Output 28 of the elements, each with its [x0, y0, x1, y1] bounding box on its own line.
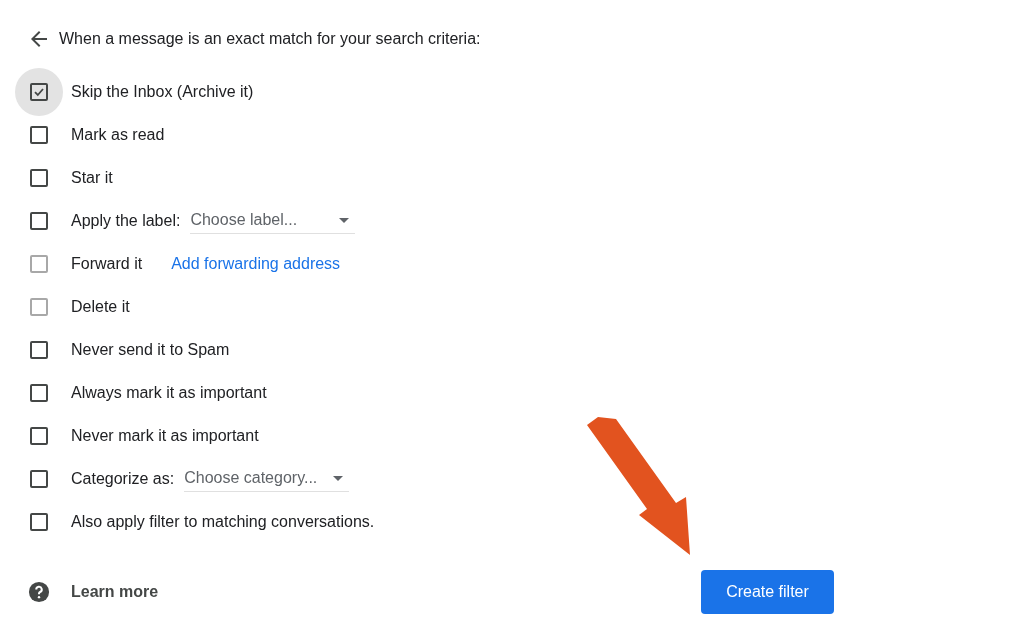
header-text: When a message is an exact match for your search criteria:: [59, 29, 481, 49]
option-label: Delete it: [71, 296, 130, 317]
checkbox[interactable]: [30, 426, 48, 445]
dropdown[interactable]: Choose label...: [190, 207, 356, 234]
help-icon[interactable]: [28, 581, 50, 603]
option-label: Forward it: [71, 253, 143, 274]
option-label: Never send it to Spam: [71, 339, 230, 360]
checkbox[interactable]: [30, 211, 48, 230]
checkbox[interactable]: [30, 168, 48, 187]
option-label: Never mark it as important: [71, 425, 259, 446]
dropdown[interactable]: Choose category...: [184, 465, 350, 492]
checkbox[interactable]: [30, 125, 48, 144]
checkbox[interactable]: [30, 340, 48, 359]
dropdown-caret-icon: [333, 475, 344, 481]
create-filter-button[interactable]: Create filter: [701, 570, 834, 614]
dropdown-caret-icon: [339, 217, 350, 223]
option-label: Categorize as:: [71, 468, 175, 489]
option-label: Also apply filter to matching conversations.: [71, 511, 375, 532]
checkbox[interactable]: [30, 469, 48, 488]
option-label: Star it: [71, 167, 113, 188]
option-label: Skip the Inbox (Archive it): [71, 81, 254, 102]
checkbox[interactable]: [30, 82, 48, 101]
option-label: Always mark it as important: [71, 382, 267, 403]
checkbox[interactable]: [30, 383, 48, 402]
checkbox[interactable]: [30, 512, 48, 531]
option-label: Mark as read: [71, 124, 165, 145]
learn-more-link[interactable]: Learn more: [71, 580, 159, 604]
option-label: Apply the label:: [71, 210, 181, 231]
